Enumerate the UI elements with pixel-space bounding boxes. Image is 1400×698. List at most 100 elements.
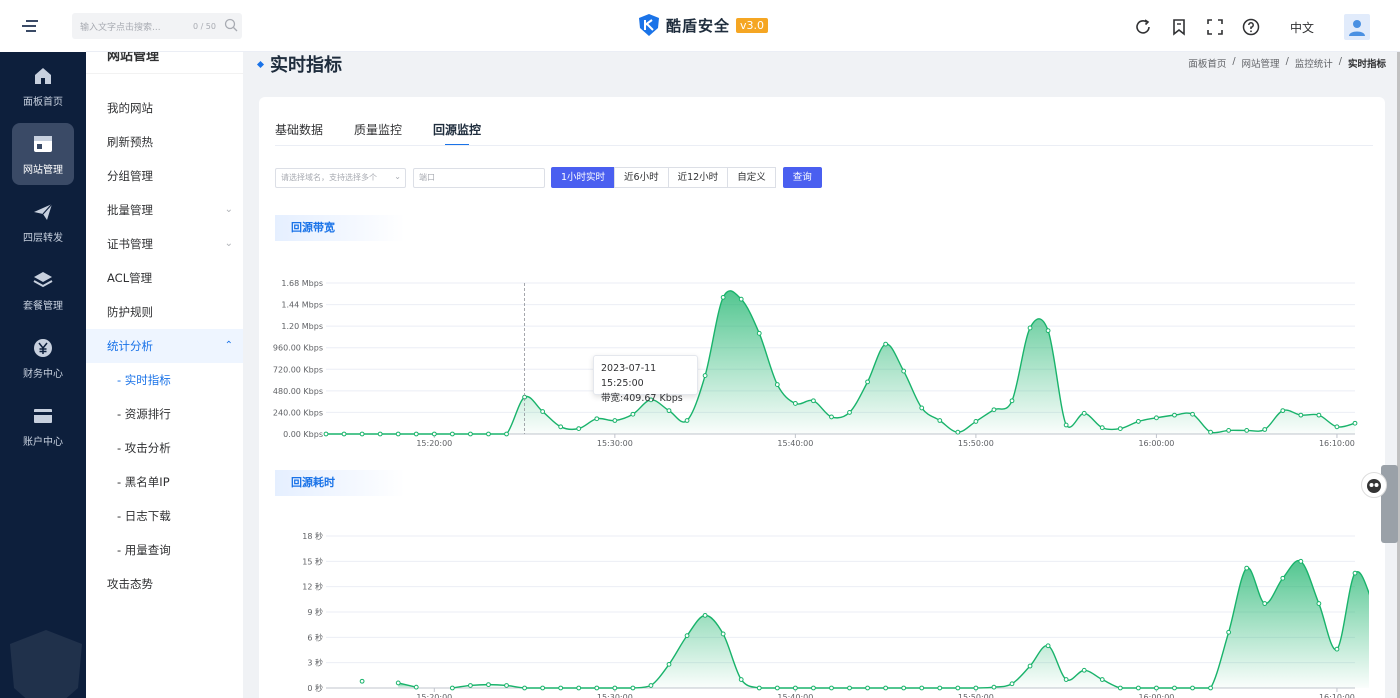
data-point[interactable]	[865, 685, 870, 691]
breadcrumb-item[interactable]: 监控统计	[1295, 56, 1333, 70]
data-point[interactable]	[395, 431, 401, 437]
data-point[interactable]	[829, 685, 834, 691]
data-point[interactable]	[955, 429, 961, 435]
data-point[interactable]	[1045, 643, 1051, 649]
data-point[interactable]	[955, 685, 961, 691]
data-point[interactable]	[865, 379, 870, 385]
data-point[interactable]	[1334, 424, 1340, 430]
data-point[interactable]	[973, 685, 979, 691]
data-point[interactable]	[738, 296, 744, 302]
data-point[interactable]	[558, 685, 564, 691]
subnav-item[interactable]: ACL管理	[86, 261, 243, 295]
data-point[interactable]	[540, 685, 546, 691]
data-point[interactable]	[1208, 429, 1213, 435]
subnav-item[interactable]: 我的网站	[86, 91, 243, 125]
rail-item-paper-plane[interactable]: 四层转发	[0, 188, 86, 256]
search-input[interactable]: 输入文字点击搜索...	[80, 20, 193, 33]
data-point[interactable]	[702, 373, 708, 378]
data-point[interactable]	[413, 684, 419, 690]
data-point[interactable]	[1099, 425, 1105, 431]
latency-chart[interactable]: 0 秒 3 秒 6 秒 9 秒 12 秒 15 秒 18 秒 15:20:00 15:30:00…	[259, 525, 1369, 698]
data-point[interactable]	[468, 431, 473, 437]
search-icon[interactable]	[224, 18, 238, 32]
data-point[interactable]	[431, 431, 437, 437]
data-point[interactable]	[756, 685, 762, 691]
rail-item-layers[interactable]: 套餐管理	[0, 256, 86, 324]
data-point[interactable]	[684, 418, 690, 423]
time-range-button[interactable]: 近6小时	[614, 167, 669, 188]
menu-icon[interactable]	[20, 19, 38, 33]
data-point[interactable]	[811, 685, 816, 691]
domain-select[interactable]: 请选择域名，支持选择多个 ⌄	[275, 167, 406, 188]
data-point[interactable]	[1262, 601, 1268, 606]
data-point[interactable]	[323, 431, 329, 437]
tab-2[interactable]: 回源监控	[433, 121, 481, 146]
data-point[interactable]	[449, 685, 455, 691]
data-point[interactable]	[341, 431, 347, 437]
data-point[interactable]	[756, 330, 762, 336]
data-point[interactable]	[1316, 601, 1322, 606]
subnav-item[interactable]: 分组管理	[86, 159, 243, 193]
rail-item-home[interactable]: 面板首页	[0, 52, 86, 120]
data-point[interactable]	[738, 677, 744, 682]
time-range-button[interactable]: 1小时实时	[551, 167, 616, 188]
data-point[interactable]	[973, 419, 979, 424]
data-point[interactable]	[666, 408, 672, 414]
data-point[interactable]	[1135, 419, 1141, 424]
data-point[interactable]	[522, 685, 527, 691]
data-point[interactable]	[720, 631, 726, 637]
fullscreen-icon[interactable]	[1206, 18, 1224, 36]
data-point[interactable]	[1081, 410, 1087, 416]
data-point[interactable]	[720, 294, 726, 300]
data-point[interactable]	[1135, 685, 1141, 691]
data-point[interactable]	[449, 431, 455, 437]
data-point[interactable]	[1262, 427, 1268, 432]
data-point[interactable]	[1280, 575, 1286, 581]
data-point[interactable]	[684, 633, 690, 639]
data-point[interactable]	[991, 684, 997, 690]
data-point[interactable]	[630, 411, 636, 417]
data-point[interactable]	[666, 661, 672, 667]
subnav-subitem[interactable]: - 黑名单IP	[86, 465, 243, 499]
refresh-icon[interactable]	[1134, 18, 1152, 36]
rail-item-yuan[interactable]: 财务中心	[0, 324, 86, 392]
subnav-subitem[interactable]: - 资源排行	[86, 397, 243, 431]
data-point[interactable]	[937, 418, 943, 423]
data-point[interactable]	[919, 685, 925, 691]
breadcrumb-item[interactable]: 面板首页	[1188, 56, 1226, 70]
data-point[interactable]	[919, 405, 925, 411]
data-point[interactable]	[359, 431, 365, 437]
data-point[interactable]	[1099, 677, 1105, 682]
data-point[interactable]	[648, 683, 654, 688]
data-point[interactable]	[774, 685, 780, 691]
data-point[interactable]	[1154, 685, 1159, 691]
data-point[interactable]	[594, 416, 600, 422]
data-point[interactable]	[937, 685, 943, 691]
data-point[interactable]	[1009, 398, 1015, 404]
data-point[interactable]	[1190, 685, 1195, 691]
time-range-button[interactable]: 近12小时	[667, 167, 729, 188]
tab-1[interactable]: 质量监控	[354, 121, 402, 146]
data-point[interactable]	[612, 685, 618, 691]
data-point[interactable]	[1226, 629, 1232, 635]
data-point[interactable]	[847, 410, 852, 415]
data-point[interactable]	[486, 682, 491, 688]
data-point[interactable]	[558, 424, 564, 430]
subnav-item[interactable]: 防护规则	[86, 295, 243, 329]
data-point[interactable]	[504, 431, 509, 437]
data-point[interactable]	[377, 431, 383, 437]
bandwidth-chart[interactable]: 0.00 Kbps 240.00 Kbps 480.00 Kbps 720.00 Kb…	[259, 270, 1369, 455]
subnav-item[interactable]: 刷新预热	[86, 125, 243, 159]
data-point[interactable]	[1298, 558, 1304, 564]
subnav-item[interactable]: 攻击态势	[86, 567, 243, 601]
data-point[interactable]	[847, 685, 852, 691]
data-point[interactable]	[1172, 412, 1177, 418]
rail-item-website[interactable]: 网站管理	[12, 123, 74, 185]
data-point[interactable]	[1352, 570, 1358, 576]
data-point[interactable]	[1117, 426, 1123, 432]
assistant-float-button[interactable]	[1361, 472, 1387, 498]
query-button[interactable]: 查询	[782, 167, 822, 188]
data-point[interactable]	[1244, 565, 1250, 571]
rail-item-card[interactable]: 账户中心	[0, 392, 86, 460]
subnav-item[interactable]: 统计分析 ⌃	[86, 329, 243, 363]
